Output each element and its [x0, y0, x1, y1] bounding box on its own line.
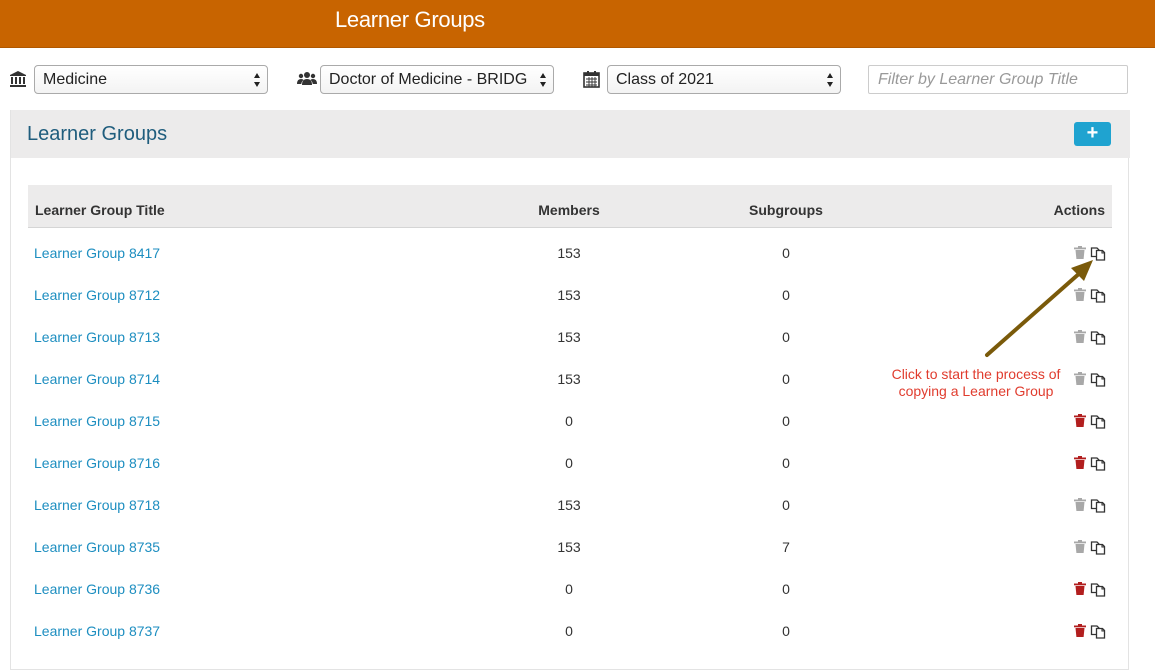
- members-count: 0: [565, 413, 573, 429]
- subgroups-count: 0: [782, 497, 790, 513]
- school-building-icon: [10, 71, 26, 87]
- copy-icon[interactable]: [1090, 623, 1106, 639]
- copy-icon[interactable]: [1090, 497, 1106, 513]
- column-header-subgroups[interactable]: Subgroups: [745, 202, 827, 218]
- panel-title: Learner Groups: [27, 123, 168, 145]
- select-arrows-icon: [254, 73, 260, 87]
- members-count: 0: [565, 623, 573, 639]
- select-arrows-icon: [827, 73, 833, 87]
- panel-header: Learner Groups +: [11, 110, 1130, 158]
- trash-icon[interactable]: [1074, 246, 1086, 259]
- members-count: 0: [565, 581, 573, 597]
- subgroups-count: 7: [782, 539, 790, 555]
- callout-annotation: Click to start the process of copying a …: [891, 366, 1061, 399]
- school-select[interactable]: Medicine: [34, 65, 268, 94]
- subgroups-count: 0: [782, 581, 790, 597]
- add-learner-group-button[interactable]: +: [1074, 122, 1111, 146]
- table-row: Learner Group 8712 153 0: [28, 270, 1112, 312]
- column-header-actions: Actions: [1053, 202, 1105, 218]
- table-row: Learner Group 8713 153 0: [28, 312, 1112, 354]
- members-count: 0: [565, 455, 573, 471]
- column-header-title[interactable]: Learner Group Title: [35, 202, 165, 218]
- subgroups-count: 0: [782, 287, 790, 303]
- program-select-value: Doctor of Medicine - BRIDG: [329, 71, 528, 88]
- learner-group-link[interactable]: Learner Group 8735: [34, 539, 160, 555]
- members-count: 153: [557, 539, 581, 555]
- copy-icon[interactable]: [1090, 371, 1106, 387]
- select-arrows-icon: [540, 73, 546, 87]
- trash-icon[interactable]: [1074, 372, 1086, 385]
- subgroups-count: 0: [782, 371, 790, 387]
- copy-icon[interactable]: [1090, 245, 1106, 261]
- trash-icon[interactable]: [1074, 414, 1086, 427]
- learner-group-link[interactable]: Learner Group 8718: [34, 497, 160, 513]
- members-count: 153: [557, 245, 581, 261]
- table-row: Learner Group 8417 153 0: [28, 228, 1112, 270]
- cohort-select-value: Class of 2021: [616, 71, 714, 88]
- learner-group-link[interactable]: Learner Group 8736: [34, 581, 160, 597]
- copy-icon[interactable]: [1090, 455, 1106, 471]
- column-header-members[interactable]: Members: [528, 202, 610, 218]
- copy-icon[interactable]: [1090, 539, 1106, 555]
- subgroups-count: 0: [782, 329, 790, 345]
- learner-group-link[interactable]: Learner Group 8715: [34, 413, 160, 429]
- table-row: Learner Group 8736 0 0: [28, 564, 1112, 606]
- trash-icon[interactable]: [1074, 288, 1086, 301]
- calendar-icon: [583, 71, 600, 88]
- copy-icon[interactable]: [1090, 413, 1106, 429]
- learner-group-link[interactable]: Learner Group 8417: [34, 245, 160, 261]
- page-title: Learner Groups: [335, 7, 485, 32]
- members-count: 153: [557, 329, 581, 345]
- trash-icon[interactable]: [1074, 330, 1086, 343]
- subgroups-count: 0: [782, 413, 790, 429]
- users-icon: [297, 72, 317, 85]
- members-count: 153: [557, 371, 581, 387]
- copy-icon[interactable]: [1090, 287, 1106, 303]
- subgroups-count: 0: [782, 623, 790, 639]
- table-row: Learner Group 8718 153 0: [28, 480, 1112, 522]
- trash-icon[interactable]: [1074, 582, 1086, 595]
- learner-group-link[interactable]: Learner Group 8712: [34, 287, 160, 303]
- learner-group-link[interactable]: Learner Group 8714: [34, 371, 160, 387]
- copy-icon[interactable]: [1090, 581, 1106, 597]
- copy-icon[interactable]: [1090, 329, 1106, 345]
- program-select[interactable]: Doctor of Medicine - BRIDG: [320, 65, 554, 94]
- trash-icon[interactable]: [1074, 624, 1086, 637]
- title-filter-input[interactable]: [868, 65, 1128, 94]
- learner-group-link[interactable]: Learner Group 8737: [34, 623, 160, 639]
- top-header-bar: Learner Groups: [0, 0, 1155, 48]
- learner-group-link[interactable]: Learner Group 8713: [34, 329, 160, 345]
- learner-group-link[interactable]: Learner Group 8716: [34, 455, 160, 471]
- subgroups-count: 0: [782, 245, 790, 261]
- trash-icon[interactable]: [1074, 456, 1086, 469]
- table-row: Learner Group 8716 0 0: [28, 438, 1112, 480]
- table-row: Learner Group 8715 0 0: [28, 396, 1112, 438]
- subgroups-count: 0: [782, 455, 790, 471]
- cohort-select[interactable]: Class of 2021: [607, 65, 841, 94]
- members-count: 153: [557, 287, 581, 303]
- table-header: Learner Group Title Members Subgroups Ac…: [28, 185, 1112, 228]
- trash-icon[interactable]: [1074, 498, 1086, 511]
- table-row: Learner Group 8737 0 0: [28, 606, 1112, 648]
- filter-bar: Medicine Doctor of Medicine - BRIDG Clas…: [0, 60, 1155, 100]
- trash-icon[interactable]: [1074, 540, 1086, 553]
- table-row: Learner Group 8735 153 7: [28, 522, 1112, 564]
- school-select-value: Medicine: [43, 71, 108, 88]
- members-count: 153: [557, 497, 581, 513]
